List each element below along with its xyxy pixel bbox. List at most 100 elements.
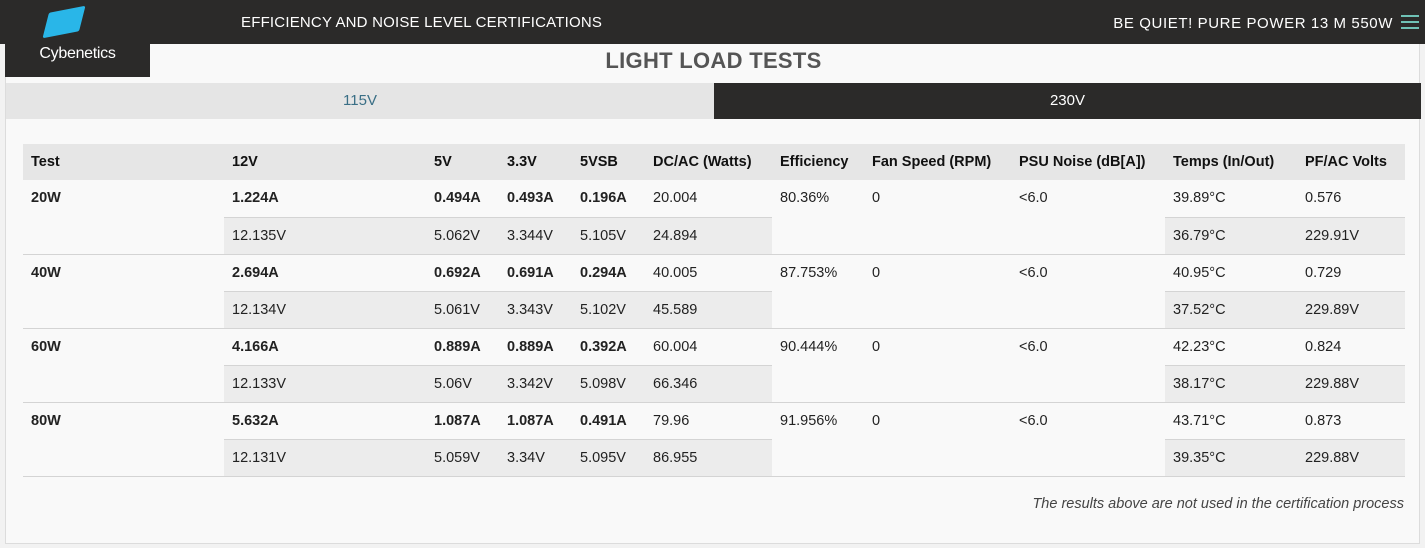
volts-5v-cell: 5.059V <box>426 439 499 477</box>
fan-speed-cell: 0 <box>864 180 1011 255</box>
volts-12v-cell: 12.133V <box>224 365 426 403</box>
amps-5vsb-cell: 0.491A <box>572 402 645 440</box>
amps-5vsb-cell: 0.196A <box>572 180 645 218</box>
table-row: 12.134V 5.061V 3.343V 5.102V 45.589 37.5… <box>23 291 1405 329</box>
amps-12v-cell: 4.166A <box>224 328 426 366</box>
volts-12v-cell: 12.134V <box>224 291 426 329</box>
amps-12v-cell: 2.694A <box>224 254 426 292</box>
pf-cell: 0.873 <box>1297 402 1405 440</box>
volts-5v-cell: 5.062V <box>426 217 499 255</box>
ac-watts-cell: 86.955 <box>645 439 772 477</box>
ac-watts-cell: 45.589 <box>645 291 772 329</box>
header-product-name[interactable]: BE QUIET! PURE POWER 13 M 550W <box>1113 15 1393 32</box>
volts-5vsb-cell: 5.102V <box>572 291 645 329</box>
table-row: 80W 5.632A 1.087A 1.087A 0.491A 79.96 91… <box>23 402 1405 477</box>
temp-in-cell: 43.71°C <box>1165 402 1297 440</box>
volts-3v3-cell: 3.343V <box>499 291 572 329</box>
column-header: 5VSB <box>572 144 645 180</box>
column-header: 12V <box>224 144 426 180</box>
volts-5v-cell: 5.061V <box>426 291 499 329</box>
tab-115v[interactable]: 115V <box>6 83 714 119</box>
amps-3v3-cell: 1.087A <box>499 402 572 440</box>
ac-volts-cell: 229.89V <box>1297 291 1405 329</box>
column-header: PF/AC Volts <box>1297 144 1405 180</box>
fan-speed-cell: 0 <box>864 402 1011 477</box>
column-header: 5V <box>426 144 499 180</box>
test-load-cell: 40W <box>23 254 224 329</box>
cybenetics-logo[interactable]: Cybenetics <box>5 0 150 77</box>
psu-noise-cell: <6.0 <box>1011 328 1165 403</box>
temp-in-cell: 40.95°C <box>1165 254 1297 292</box>
light-load-table: Test 12V 5V 3.3V 5VSB DC/AC (Watts) Effi… <box>23 144 1405 477</box>
volts-5v-cell: 5.06V <box>426 365 499 403</box>
psu-noise-cell: <6.0 <box>1011 254 1165 329</box>
temp-in-cell: 42.23°C <box>1165 328 1297 366</box>
amps-3v3-cell: 0.691A <box>499 254 572 292</box>
amps-5v-cell: 0.692A <box>426 254 499 292</box>
dc-watts-cell: 40.005 <box>645 254 772 292</box>
volts-5vsb-cell: 5.105V <box>572 217 645 255</box>
column-header: 3.3V <box>499 144 572 180</box>
top-header-bar: EFFICIENCY AND NOISE LEVEL CERTIFICATION… <box>0 0 1425 44</box>
dc-watts-cell: 60.004 <box>645 328 772 366</box>
temp-out-cell: 37.52°C <box>1165 291 1297 329</box>
table-header-row: Test 12V 5V 3.3V 5VSB DC/AC (Watts) Effi… <box>23 144 1405 180</box>
header-title[interactable]: EFFICIENCY AND NOISE LEVEL CERTIFICATION… <box>241 14 602 31</box>
column-header: PSU Noise (dB[A]) <box>1011 144 1165 180</box>
volts-12v-cell: 12.131V <box>224 439 426 477</box>
tab-230v[interactable]: 230V <box>714 83 1421 119</box>
amps-12v-cell: 1.224A <box>224 180 426 218</box>
dc-watts-cell: 79.96 <box>645 402 772 440</box>
volts-3v3-cell: 3.342V <box>499 365 572 403</box>
psu-noise-cell: <6.0 <box>1011 180 1165 255</box>
certification-note: The results above are not used in the ce… <box>1032 496 1404 512</box>
temp-out-cell: 36.79°C <box>1165 217 1297 255</box>
psu-noise-cell: <6.0 <box>1011 402 1165 477</box>
ac-volts-cell: 229.91V <box>1297 217 1405 255</box>
column-header: Efficiency <box>772 144 864 180</box>
amps-3v3-cell: 0.493A <box>499 180 572 218</box>
pf-cell: 0.576 <box>1297 180 1405 218</box>
column-header: Test <box>23 144 224 180</box>
efficiency-cell: 90.444% <box>772 328 864 403</box>
volts-12v-cell: 12.135V <box>224 217 426 255</box>
ac-volts-cell: 229.88V <box>1297 365 1405 403</box>
pf-cell: 0.824 <box>1297 328 1405 366</box>
volts-3v3-cell: 3.344V <box>499 217 572 255</box>
amps-5vsb-cell: 0.392A <box>572 328 645 366</box>
table-row: 12.131V 5.059V 3.34V 5.095V 86.955 39.35… <box>23 439 1405 477</box>
efficiency-cell: 91.956% <box>772 402 864 477</box>
amps-12v-cell: 5.632A <box>224 402 426 440</box>
hamburger-menu-icon[interactable] <box>1401 15 1419 31</box>
column-header: Fan Speed (RPM) <box>864 144 1011 180</box>
fan-speed-cell: 0 <box>864 254 1011 329</box>
volts-5vsb-cell: 5.098V <box>572 365 645 403</box>
temp-out-cell: 38.17°C <box>1165 365 1297 403</box>
logo-text: Cybenetics <box>39 45 116 62</box>
test-load-cell: 60W <box>23 328 224 403</box>
temp-out-cell: 39.35°C <box>1165 439 1297 477</box>
test-load-cell: 80W <box>23 402 224 477</box>
table-row: 12.133V 5.06V 3.342V 5.098V 66.346 38.17… <box>23 365 1405 403</box>
amps-5v-cell: 1.087A <box>426 402 499 440</box>
ac-watts-cell: 66.346 <box>645 365 772 403</box>
amps-5v-cell: 0.889A <box>426 328 499 366</box>
fan-speed-cell: 0 <box>864 328 1011 403</box>
dc-watts-cell: 20.004 <box>645 180 772 218</box>
column-header: DC/AC (Watts) <box>645 144 772 180</box>
ac-volts-cell: 229.88V <box>1297 439 1405 477</box>
table-row: 40W 2.694A 0.692A 0.691A 0.294A 40.005 8… <box>23 254 1405 329</box>
table-row: 12.135V 5.062V 3.344V 5.105V 24.894 36.7… <box>23 217 1405 255</box>
test-load-cell: 20W <box>23 180 224 255</box>
efficiency-cell: 87.753% <box>772 254 864 329</box>
table-row: 60W 4.166A 0.889A 0.889A 0.392A 60.004 9… <box>23 328 1405 403</box>
amps-3v3-cell: 0.889A <box>499 328 572 366</box>
ac-watts-cell: 24.894 <box>645 217 772 255</box>
volts-3v3-cell: 3.34V <box>499 439 572 477</box>
volts-5vsb-cell: 5.095V <box>572 439 645 477</box>
logo-diamond-icon <box>42 5 86 39</box>
column-header: Temps (In/Out) <box>1165 144 1297 180</box>
amps-5v-cell: 0.494A <box>426 180 499 218</box>
section-title: LIGHT LOAD TESTS <box>605 48 822 73</box>
efficiency-cell: 80.36% <box>772 180 864 255</box>
